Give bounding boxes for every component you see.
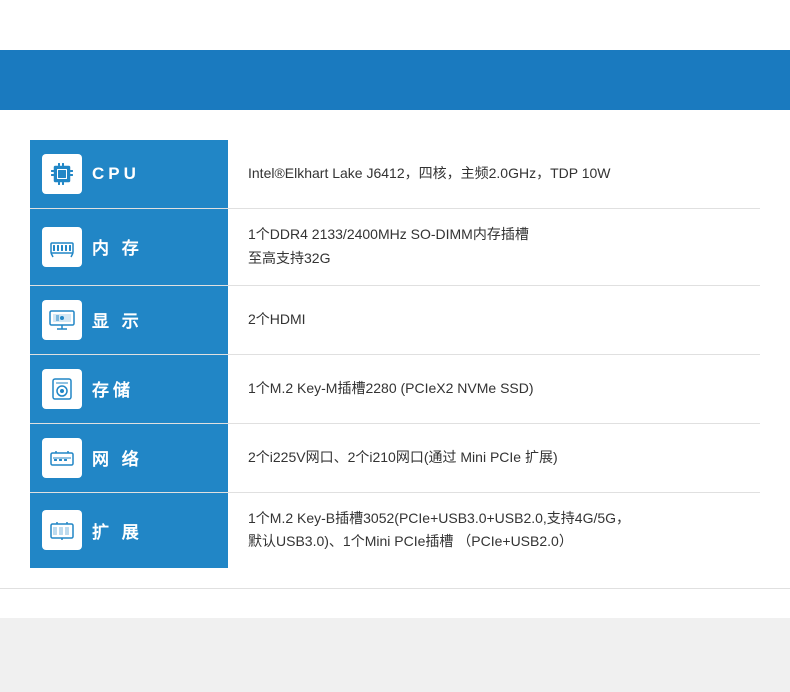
spec-row-network: 网 络 2个i225V网口、2个i210网口(通过 Mini PCIe 扩展) — [30, 423, 760, 492]
storage-icon — [42, 369, 82, 409]
spec-name-storage: 存储 — [92, 376, 134, 401]
network-icon — [42, 438, 82, 478]
spec-label-display: 显 示 — [30, 285, 228, 354]
spec-label-cpu: CPU — [30, 140, 228, 209]
spec-name-cpu: CPU — [92, 164, 140, 184]
spec-label-expansion: 扩 展 — [30, 492, 228, 568]
spec-row-display: 显 示 2个HDMI — [30, 285, 760, 354]
display-icon — [42, 300, 82, 340]
expansion-icon — [42, 510, 82, 550]
spec-value-memory: 1个DDR4 2133/2400MHz SO-DIMM内存插槽至高支持32G — [228, 209, 760, 286]
top-spacer — [0, 0, 790, 50]
spec-value-cpu: Intel®Elkhart Lake J6412，四核，主频2.0GHz，TDP… — [228, 140, 760, 209]
header-section — [0, 50, 790, 110]
spec-value-storage: 1个M.2 Key-M插槽2280 (PCIeX2 NVMe SSD) — [228, 354, 760, 423]
cpu-icon — [42, 154, 82, 194]
spec-label-network: 网 络 — [30, 423, 228, 492]
spec-row-memory: 内 存 1个DDR4 2133/2400MHz SO-DIMM内存插槽至高支持3… — [30, 209, 760, 286]
content-section: CPU Intel®Elkhart Lake J6412，四核，主频2.0GHz… — [0, 110, 790, 588]
spec-table: CPU Intel®Elkhart Lake J6412，四核，主频2.0GHz… — [30, 140, 760, 568]
spec-name-display: 显 示 — [92, 307, 143, 332]
spec-label-memory: 内 存 — [30, 209, 228, 286]
spec-row-storage: 存储 1个M.2 Key-M插槽2280 (PCIeX2 NVMe SSD) — [30, 354, 760, 423]
spec-name-memory: 内 存 — [92, 234, 143, 259]
memory-icon — [42, 227, 82, 267]
spec-name-network: 网 络 — [92, 445, 143, 470]
spec-name-expansion: 扩 展 — [92, 518, 143, 543]
spec-value-network: 2个i225V网口、2个i210网口(通过 Mini PCIe 扩展) — [228, 423, 760, 492]
bottom-spacer — [0, 588, 790, 618]
spec-value-display: 2个HDMI — [228, 285, 760, 354]
spec-value-expansion: 1个M.2 Key-B插槽3052(PCIe+USB3.0+USB2.0,支持4… — [228, 492, 760, 568]
spec-row-cpu: CPU Intel®Elkhart Lake J6412，四核，主频2.0GHz… — [30, 140, 760, 209]
spec-label-storage: 存储 — [30, 354, 228, 423]
spec-row-expansion: 扩 展 1个M.2 Key-B插槽3052(PCIe+USB3.0+USB2.0… — [30, 492, 760, 568]
